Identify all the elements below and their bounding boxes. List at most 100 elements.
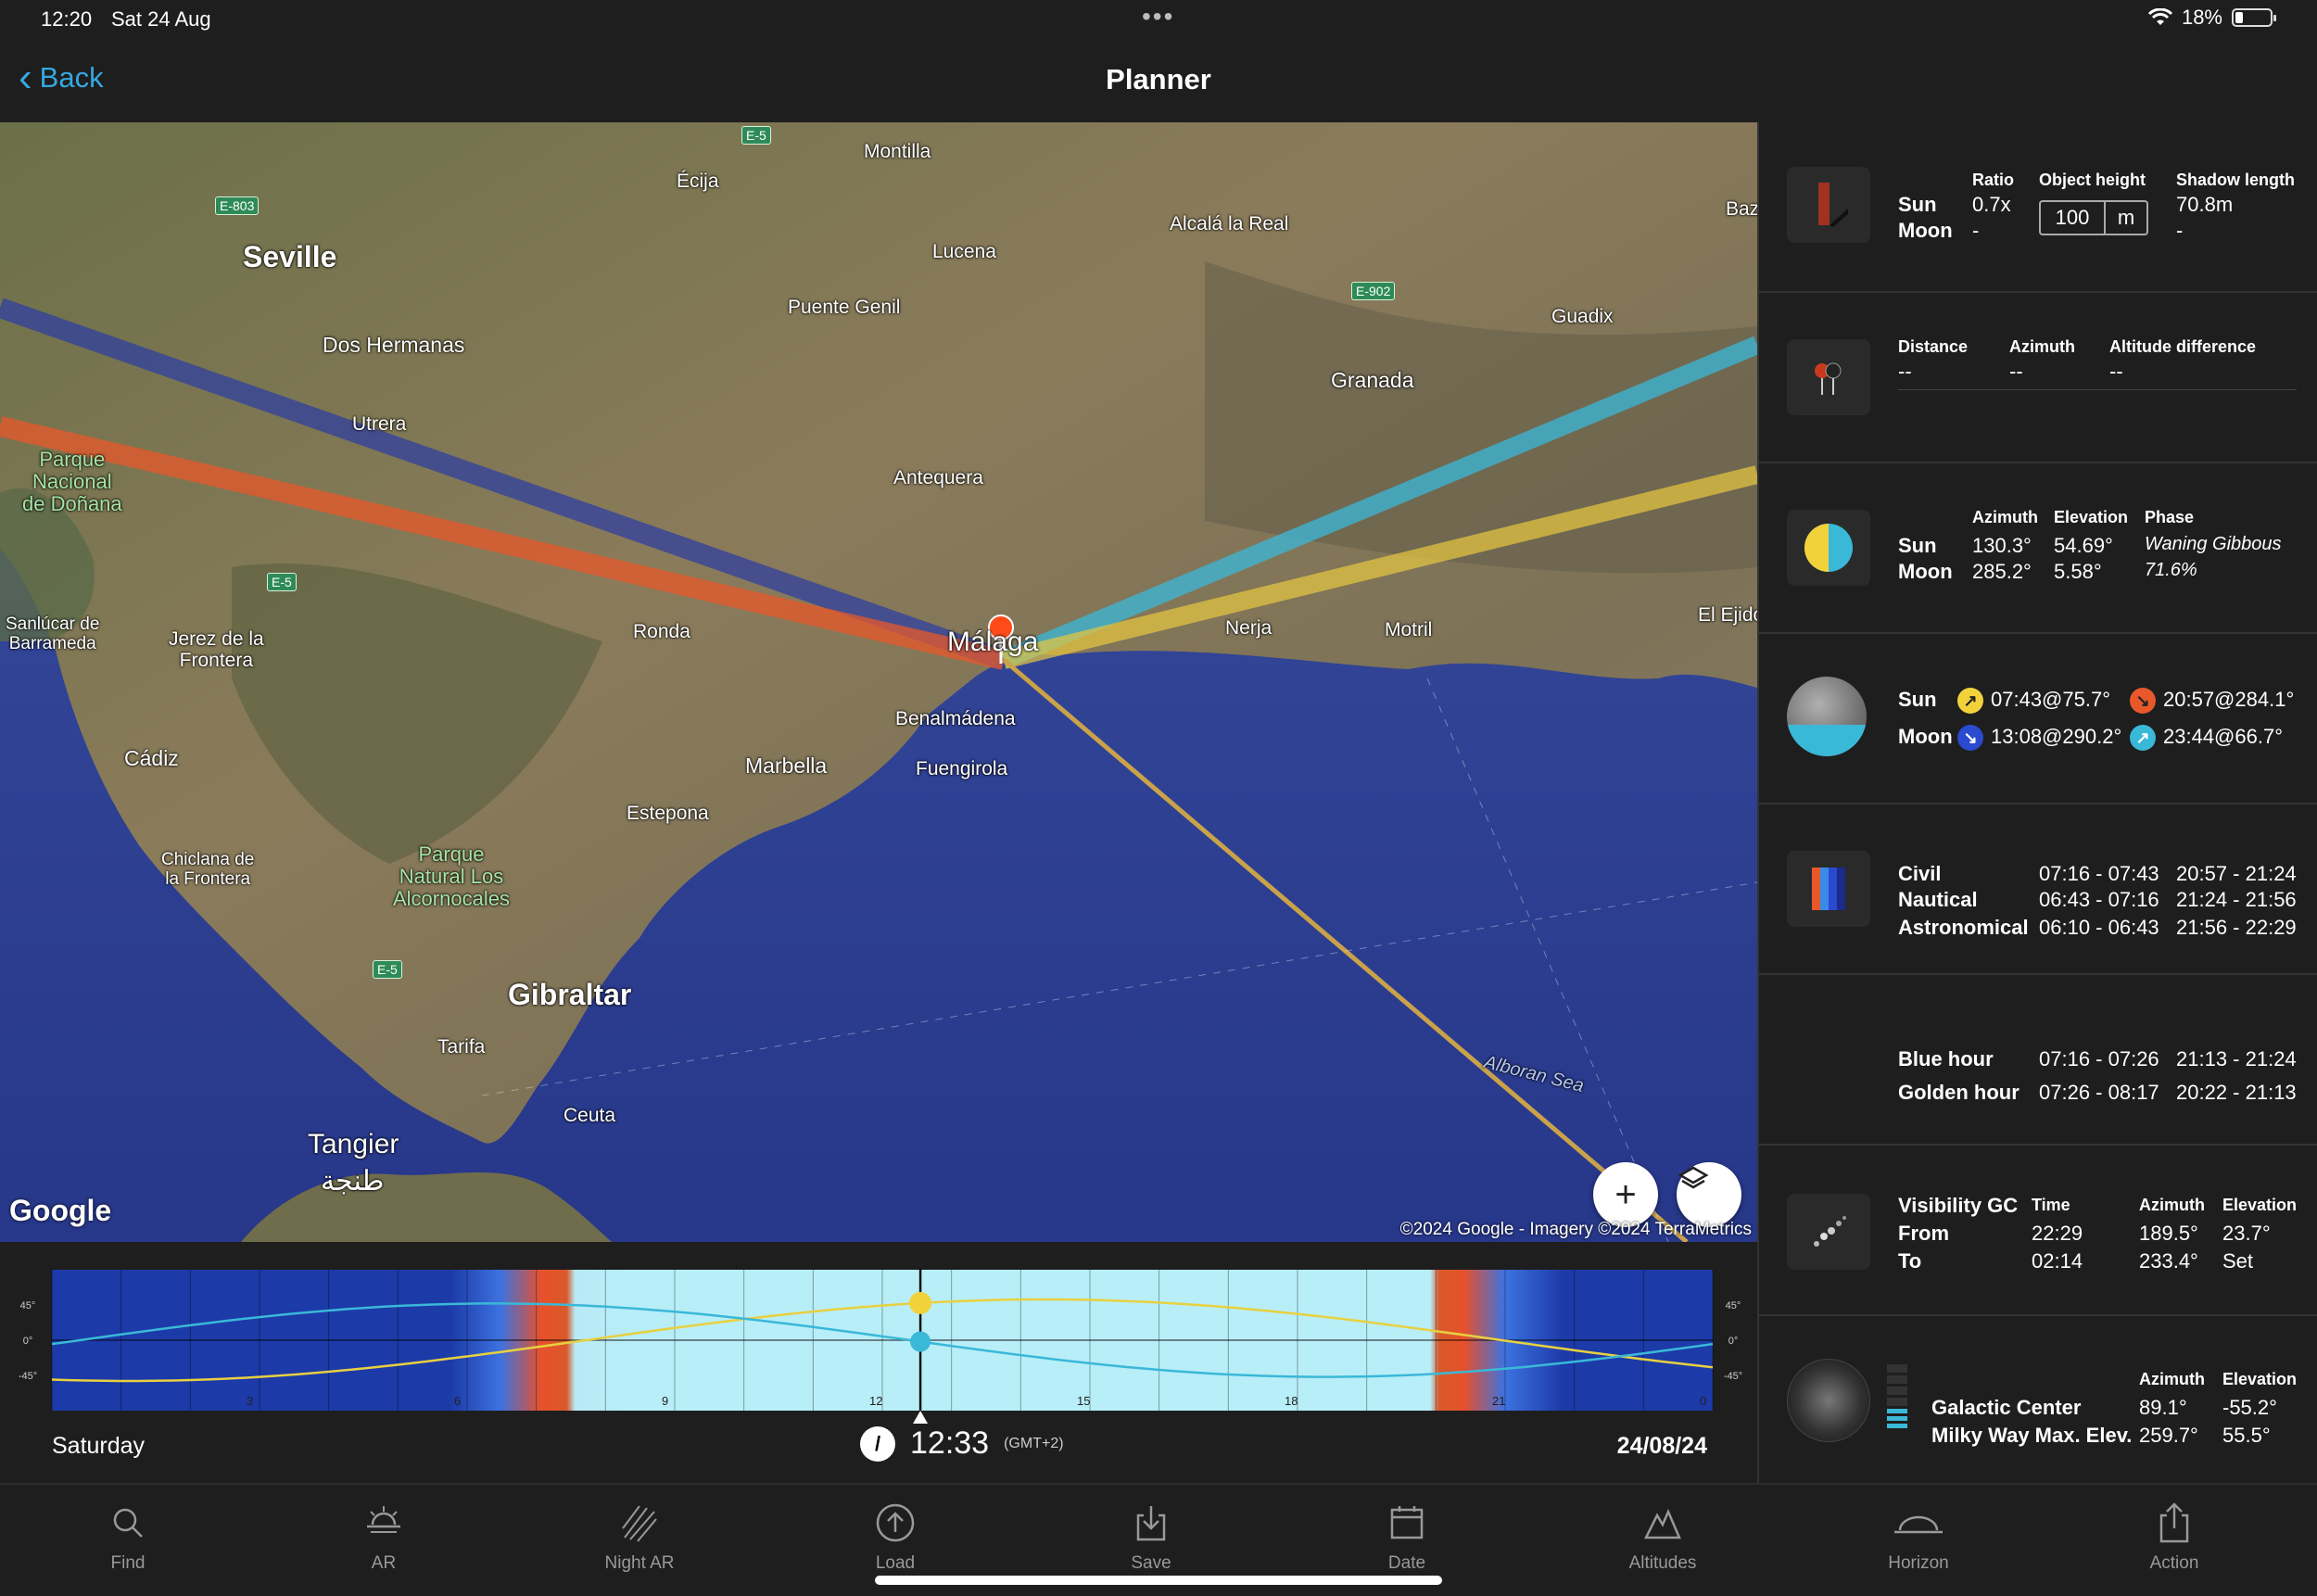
park-label: Parque Natural Los Alcornocales <box>393 842 510 911</box>
date-label[interactable]: 24/08/24 <box>1617 1433 1707 1460</box>
tab-ar[interactable]: AR <box>291 1498 476 1574</box>
twilight-card[interactable]: Civil Nautical Astronomical 07:16 - 07:4… <box>1759 804 2317 975</box>
place-label: Ronda <box>633 621 690 642</box>
tab-find[interactable]: Find <box>35 1498 221 1574</box>
phase-illumination: 71.6% <box>2145 560 2197 580</box>
tab-save[interactable]: Save <box>1058 1498 1244 1574</box>
moon-label: Moon <box>1898 560 1953 583</box>
object-height-unit[interactable]: m <box>2106 202 2146 234</box>
shadow-length-header: Shadow length <box>2176 171 2295 189</box>
sun-moon-altitude-graph[interactable]: 3 6 9 12 15 18 21 0 45° 0° -45° 45° 0° -45° <box>0 1242 1757 1427</box>
moonset-time: 13:08@290.2° <box>1991 725 2122 748</box>
place-label: Benalmádena <box>895 708 1016 729</box>
add-pin-button[interactable]: + <box>1593 1162 1658 1227</box>
hour-label: 15 <box>1077 1394 1090 1408</box>
sun-label: Sun <box>1898 688 1937 711</box>
multitask-dots-icon[interactable]: ••• <box>1142 2 1174 32</box>
tab-label: Save <box>1131 1553 1171 1573</box>
time-slider-panel[interactable]: 3 6 9 12 15 18 21 0 45° 0° -45° 45° 0° -45° Sat… <box>0 1242 1757 1483</box>
place-label: Tangier <box>308 1129 399 1159</box>
hour-label: 9 <box>662 1394 668 1408</box>
place-label: Alcalá la Real <box>1170 213 1289 234</box>
info-panel[interactable]: Sun Moon Ratio 0.7x - Object height 100 … <box>1757 122 2317 1483</box>
home-indicator[interactable] <box>875 1576 1442 1585</box>
golden-hour-label: Golden hour <box>1898 1081 2019 1104</box>
moonset-icon: ↘ <box>1957 725 1983 751</box>
object-height-value[interactable]: 100 <box>2041 202 2106 234</box>
galactic-center-visibility-card[interactable]: Visibility GC From To Time 22:29 02:14 A… <box>1759 1146 2317 1316</box>
plus-icon: + <box>1614 1173 1637 1215</box>
navigation-bar: ‹ Back Planner <box>0 41 2317 122</box>
tab-night-ar[interactable]: Night AR <box>547 1498 732 1574</box>
layers-icon <box>1678 1166 1709 1189</box>
tab-label: Horizon <box>1888 1553 1949 1573</box>
twilight-bars-icon <box>1787 851 1870 927</box>
azimuth-header: Azimuth <box>2139 1370 2205 1388</box>
map-layers-button[interactable] <box>1677 1162 1741 1227</box>
axis-label-left: 45° <box>20 1300 36 1311</box>
moonrise-time: 23:44@66.7° <box>2163 725 2284 748</box>
place-label: Fuengirola <box>916 758 1008 779</box>
hour-label: 3 <box>247 1394 253 1408</box>
golden-hour-morning: 07:26 - 08:17 <box>2039 1081 2159 1104</box>
calendar-icon <box>1390 1506 1424 1539</box>
tab-altitudes[interactable]: Altitudes <box>1570 1498 1755 1574</box>
place-label: Baz <box>1726 198 1757 220</box>
civil-label: Civil <box>1898 862 1942 885</box>
galactic-center-card[interactable]: Galactic Center Milky Way Max. Elev. Azi… <box>1759 1316 2317 1483</box>
blue-hour-evening: 21:13 - 21:24 <box>2176 1047 2297 1070</box>
moon-shadow <box>1787 725 1867 756</box>
azimuth-header: Azimuth <box>2139 1196 2205 1214</box>
moon-marker-icon <box>910 1331 931 1352</box>
place-label: Cádiz <box>124 746 179 770</box>
place-label: Sanlúcar de Barrameda <box>6 614 100 653</box>
place-label: Málaga <box>947 627 1039 657</box>
place-label: Estepona <box>627 803 709 824</box>
elevation-meter-icon <box>1887 1364 1907 1444</box>
map-copyright[interactable]: ©2024 Google - Imagery ©2024 TerraMetric… <box>1400 1220 1752 1240</box>
tab-label: AR <box>371 1553 397 1573</box>
geodetic-card[interactable]: Distance -- Azimuth -- Altitude differen… <box>1759 293 2317 463</box>
place-label: Dos Hermanas <box>323 333 465 357</box>
tab-horizon[interactable]: Horizon <box>1826 1498 2011 1574</box>
sun-moon-position-card[interactable]: Sun Moon Azimuth 130.3° 285.2° Elevation… <box>1759 463 2317 634</box>
park-label: Parque Nacional de Doñana <box>22 448 122 516</box>
status-right: 18% <box>2147 6 2276 30</box>
clock-icon[interactable]: / <box>860 1425 895 1462</box>
place-label: Antequera <box>893 467 983 488</box>
axis-label-right: -45° <box>1724 1371 1742 1382</box>
tab-date[interactable]: Date <box>1314 1498 1500 1574</box>
golden-blue-hour-card[interactable]: Blue hour Golden hour 07:16 - 07:26 21:1… <box>1759 975 2317 1146</box>
nautical-label: Nautical <box>1898 888 1978 911</box>
status-bar: 12:20 Sat 24 Aug ••• 18% <box>0 0 2317 41</box>
azimuth-header: Azimuth <box>1972 508 2038 526</box>
current-time-display[interactable]: / 12:33 (GMT+2) <box>860 1425 1064 1462</box>
battery-percent: 18% <box>2181 6 2222 29</box>
object-height-field[interactable]: 100 m <box>2039 200 2148 235</box>
moon-label: Moon <box>1898 725 1953 748</box>
gc-azimuth: 89.1° <box>2139 1396 2187 1419</box>
place-label: Granada <box>1331 368 1414 392</box>
tab-label: Altitudes <box>1628 1553 1697 1573</box>
place-label: Motril <box>1385 619 1433 640</box>
blue-hour-morning: 07:16 - 07:26 <box>2039 1047 2159 1070</box>
tab-load[interactable]: Load <box>803 1498 988 1574</box>
tab-label: Action <box>2149 1553 2199 1573</box>
time-header: Time <box>2032 1196 2070 1214</box>
from-label: From <box>1898 1222 1949 1245</box>
sun-azimuth: 130.3° <box>1972 534 2032 557</box>
rise-set-card[interactable]: Sun Moon ↗ 07:43@75.7° ↘ 20:57@284.1° ↘ … <box>1759 634 2317 804</box>
shadow-card[interactable]: Sun Moon Ratio 0.7x - Object height 100 … <box>1759 122 2317 293</box>
road-shield: E-5 <box>373 960 402 979</box>
moon-azimuth: 285.2° <box>1972 560 2032 583</box>
tab-action[interactable]: Action <box>2082 1498 2267 1574</box>
milky-way-max-elev-label: Milky Way Max. Elev. <box>1931 1424 2133 1447</box>
place-label: Puente Genil <box>788 297 901 318</box>
google-logo: Google <box>9 1194 112 1227</box>
place-label: Utrera <box>352 413 407 435</box>
blue-hour-label: Blue hour <box>1898 1047 1994 1070</box>
tab-label: Night AR <box>604 1553 675 1573</box>
satellite-map[interactable]: Écija Montilla Seville Dos Hermanas Luce… <box>0 122 1757 1242</box>
moon-phase-icon <box>1787 510 1870 586</box>
tab-label: Load <box>875 1553 916 1573</box>
